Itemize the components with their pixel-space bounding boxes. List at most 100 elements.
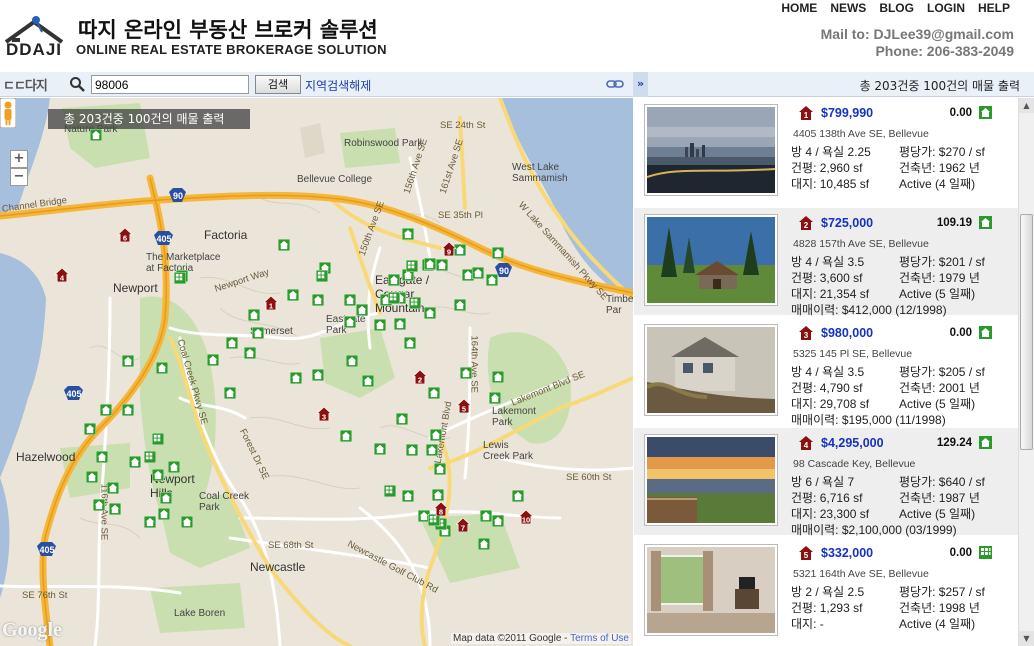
house-marker-icon[interactable] — [478, 538, 490, 550]
house-marker-icon[interactable] — [394, 318, 406, 330]
featured-listing-marker-icon[interactable]: 5 — [457, 399, 471, 413]
listings-scrollbar[interactable]: ▲ ▼ — [1018, 98, 1034, 646]
listing-photo[interactable] — [644, 104, 778, 196]
listing-price[interactable]: $799,990 — [821, 106, 873, 120]
nav-help[interactable]: HELP — [978, 1, 1010, 15]
house-marker-icon[interactable] — [434, 463, 446, 475]
house-marker-icon[interactable] — [492, 515, 504, 527]
house-marker-icon[interactable] — [346, 355, 358, 367]
house-marker-icon[interactable] — [356, 304, 368, 316]
house-marker-icon[interactable] — [432, 489, 444, 501]
link-icon[interactable] — [606, 78, 624, 90]
house-marker-icon[interactable] — [226, 337, 238, 349]
featured-listing-marker-icon[interactable]: 3 — [317, 407, 331, 421]
listing-photo[interactable] — [644, 544, 778, 636]
house-marker-icon[interactable] — [287, 289, 299, 301]
house-marker-icon[interactable] — [252, 327, 264, 339]
house-marker-icon[interactable] — [86, 471, 98, 483]
condo-marker-icon[interactable] — [388, 292, 400, 304]
listing-price[interactable]: $332,000 — [821, 546, 873, 560]
featured-listing-marker-icon[interactable]: 9 — [442, 242, 456, 256]
house-marker-icon[interactable] — [402, 490, 414, 502]
house-marker-icon[interactable] — [492, 371, 504, 383]
house-marker-icon[interactable] — [290, 372, 302, 384]
house-marker-icon[interactable] — [406, 444, 418, 456]
house-marker-icon[interactable] — [426, 444, 438, 456]
house-marker-icon[interactable] — [144, 516, 156, 528]
condo-marker-icon[interactable] — [174, 272, 186, 284]
house-marker-icon[interactable] — [480, 510, 492, 522]
house-marker-icon[interactable] — [160, 492, 172, 504]
listing-card-2[interactable]: 2 $725,000 109.19 4828 157th Ave SE, Bel… — [634, 208, 1018, 317]
house-marker-icon[interactable] — [388, 274, 400, 286]
house-marker-icon[interactable] — [122, 404, 134, 416]
listing-price[interactable]: $4,295,000 — [821, 436, 884, 450]
listing-photo[interactable] — [644, 214, 778, 306]
house-marker-icon[interactable] — [424, 307, 436, 319]
house-marker-icon[interactable] — [396, 413, 408, 425]
house-marker-icon[interactable] — [374, 443, 386, 455]
house-marker-icon[interactable] — [486, 274, 498, 286]
zip-search-input[interactable] — [91, 75, 249, 94]
condo-marker-icon[interactable] — [152, 433, 164, 445]
nav-home[interactable]: HOME — [781, 1, 817, 15]
house-marker-icon[interactable] — [181, 516, 193, 528]
house-marker-icon[interactable] — [109, 503, 121, 515]
house-marker-icon[interactable] — [344, 316, 356, 328]
condo-marker-icon[interactable] — [316, 270, 328, 282]
nav-news[interactable]: NEWS — [830, 1, 866, 15]
nav-login[interactable]: LOGIN — [927, 1, 965, 15]
house-marker-icon[interactable] — [168, 461, 180, 473]
scroll-down-icon[interactable]: ▼ — [1019, 631, 1034, 646]
house-marker-icon[interactable] — [312, 369, 324, 381]
featured-listing-marker-icon[interactable]: 8 — [434, 502, 448, 516]
house-marker-icon[interactable] — [472, 267, 484, 279]
featured-listing-marker-icon[interactable]: 2 — [413, 370, 427, 384]
house-marker-icon[interactable] — [248, 309, 260, 321]
house-marker-icon[interactable] — [340, 430, 352, 442]
listing-card-5[interactable]: 5 $332,000 0.00 5321 164th Ave SE, Belle… — [634, 538, 1018, 646]
house-marker-icon[interactable] — [100, 404, 112, 416]
house-marker-icon[interactable] — [454, 299, 466, 311]
house-marker-icon[interactable] — [207, 354, 219, 366]
house-marker-icon[interactable] — [362, 375, 374, 387]
house-marker-icon[interactable] — [122, 355, 134, 367]
house-marker-icon[interactable] — [404, 337, 416, 349]
clear-area-search-link[interactable]: 지역검색해제 — [305, 77, 371, 94]
house-marker-icon[interactable] — [512, 490, 524, 502]
condo-marker-icon[interactable] — [406, 260, 418, 272]
featured-listing-marker-icon[interactable]: 1 — [264, 296, 278, 310]
house-marker-icon[interactable] — [129, 456, 141, 468]
house-marker-icon[interactable] — [278, 239, 290, 251]
featured-listing-marker-icon[interactable]: 7 — [456, 518, 470, 532]
house-marker-icon[interactable] — [344, 294, 356, 306]
house-marker-icon[interactable] — [312, 294, 324, 306]
house-marker-icon[interactable] — [96, 451, 108, 463]
house-marker-icon[interactable] — [424, 258, 436, 270]
listing-photo[interactable] — [644, 324, 778, 416]
listing-card-4[interactable]: 4 $4,295,000 129.24 98 Cascade Key, Bell… — [634, 428, 1018, 537]
scroll-thumb[interactable] — [1020, 214, 1033, 450]
nav-blog[interactable]: BLOG — [879, 1, 914, 15]
house-marker-icon[interactable] — [90, 129, 102, 141]
house-marker-icon[interactable] — [152, 469, 164, 481]
featured-listing-marker-icon[interactable]: 10 — [519, 510, 533, 524]
logo-text[interactable]: DDAJI — [6, 40, 62, 60]
condo-marker-icon[interactable] — [409, 297, 421, 309]
zoom-out-button[interactable]: − — [10, 168, 28, 186]
house-marker-icon[interactable] — [158, 508, 170, 520]
listing-photo[interactable] — [644, 434, 778, 526]
featured-listing-marker-icon[interactable]: 4 — [55, 268, 69, 282]
house-marker-icon[interactable] — [436, 259, 448, 271]
house-marker-icon[interactable] — [374, 319, 386, 331]
listing-price[interactable]: $980,000 — [821, 326, 873, 340]
terms-of-use-link[interactable]: Terms of Use — [570, 633, 629, 644]
house-marker-icon[interactable] — [489, 392, 501, 404]
listing-card-3[interactable]: 3 $980,000 0.00 5325 145 Pl SE, Bellevue… — [634, 318, 1018, 427]
house-marker-icon[interactable] — [492, 247, 504, 259]
map-view[interactable]: 90 405 90 405 405 Nature Park Robinswood… — [0, 98, 633, 646]
condo-marker-icon[interactable] — [144, 451, 156, 463]
search-button[interactable]: 검색 — [255, 75, 301, 94]
house-marker-icon[interactable] — [402, 228, 414, 240]
zoom-in-button[interactable]: + — [10, 150, 28, 168]
